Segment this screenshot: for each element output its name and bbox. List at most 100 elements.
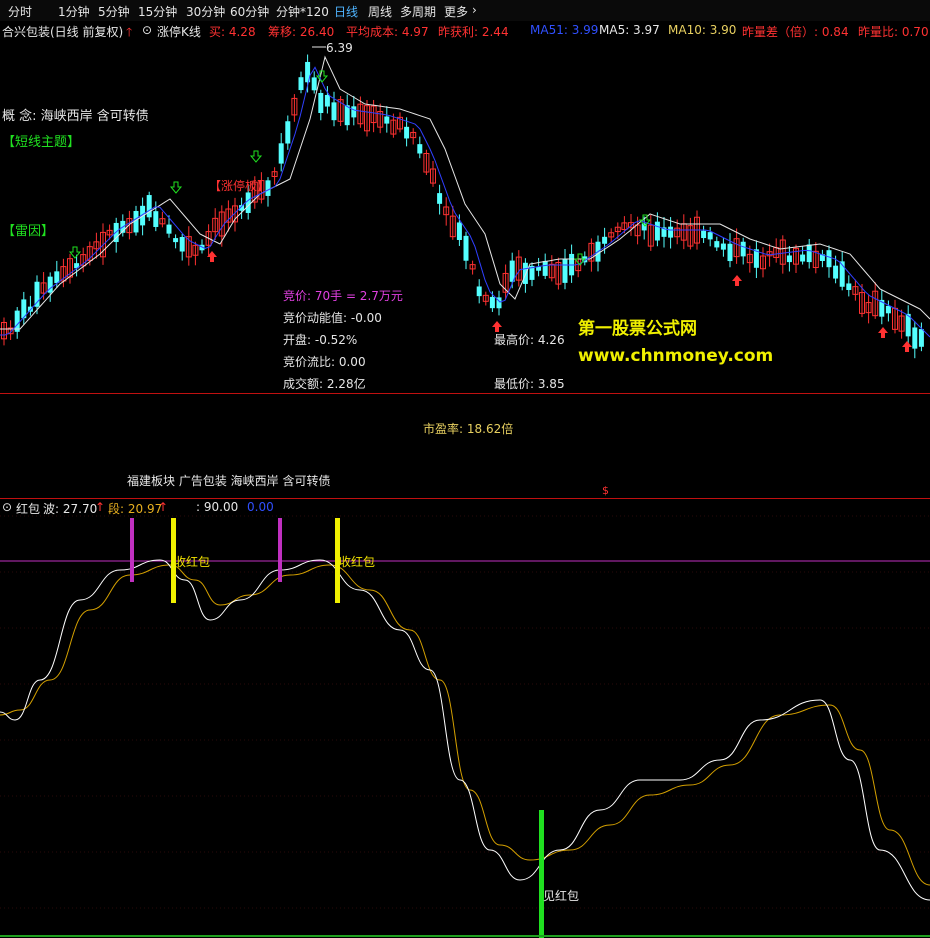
stock-name[interactable]: 合兴包装(日线 前复权) [2,23,123,40]
sector-list: 福建板块 广告包装 海峡西岸 含可转债 [127,474,331,488]
high-price: 最高价: 4.26 [494,333,565,347]
candle-body-74 [489,296,495,309]
dollar-marker: $ [602,484,609,497]
sell-arrow-icon-2 [315,70,329,83]
kline-type-label[interactable]: 涨停K线 [157,23,201,40]
short-theme-tag[interactable]: 【短线主题】 [2,131,80,150]
tab-0[interactable]: 分时 [8,3,32,20]
auction-momentum: 竞价动能值: -0.00 [283,311,382,325]
candle-body-138 [912,327,918,349]
candle-body-99 [654,221,660,241]
candle-body-85 [562,258,568,283]
receive-label-1: 收红包 [174,555,211,569]
candle-body-8 [54,271,60,284]
concept-label: 概 念: 海峡西岸 含可转债 [2,109,149,124]
open-change: 开盘: -0.52% [283,333,358,347]
yesterday-ratio: 昨量比: 0.70 [858,25,929,39]
chevron-right-icon[interactable]: › [472,3,477,17]
candle-body-53 [351,106,357,118]
signal-bar-green [539,810,544,938]
candle-body-107 [707,232,713,240]
buy-arrow-icon-4 [902,341,912,352]
candle-body-37 [245,192,251,213]
peak-price-label: 6.39 [326,41,353,55]
candle-body-48 [318,92,324,114]
thunder-tag[interactable]: 【雷因】 [2,220,54,239]
candle-body-101 [668,226,674,238]
candle-body-23 [153,211,159,227]
tab-10[interactable]: 更多 [444,3,468,20]
candle-body-45 [298,77,304,91]
candle-body-82 [542,260,548,276]
candle-body-108 [714,241,720,248]
receive-label-2: 收红包 [339,555,376,569]
candle-body-72 [476,286,482,297]
sell-arrow-icon-0 [169,181,183,194]
candle-body-126 [833,265,839,279]
candle-body-125 [826,250,832,268]
indicator-divider [0,498,930,499]
low-price: 最低价: 3.85 [494,377,565,391]
period-toolbar: 分时 1分钟 5分钟 15分钟 30分钟 60分钟 分钟*120 日线 周线 多周期 更多 › [0,0,930,21]
indicator-chart[interactable] [0,500,930,938]
tab-4[interactable]: 30分钟 [186,3,225,20]
candle-body-58 [384,116,390,124]
candle-body-91 [602,236,608,244]
buy-arrow-icon-2 [732,275,742,286]
tab-9[interactable]: 多周期 [400,3,436,20]
candle-body-110 [727,243,733,262]
pe-ratio: 市盈率: 18.62倍 [423,422,514,436]
turnover: 成交额: 2.28亿 [283,377,366,391]
candle-body-61 [404,126,410,139]
tab-7[interactable]: 日线 [334,3,358,20]
candle-body-47 [311,77,317,91]
candle-body-27 [179,236,185,252]
ma-white-line [0,55,930,330]
signal-bar-magenta-1 [130,518,134,582]
candle-body-26 [173,238,179,243]
candle-body-69 [456,222,462,241]
sell-arrow-icon-5 [68,246,82,259]
candle-body-122 [806,244,812,263]
yesterday-diff: 昨量差（倍）: 0.84 [742,25,849,39]
candle-body-63 [417,144,423,154]
tab-1[interactable]: 1分钟 [58,3,90,20]
tab-2[interactable]: 5分钟 [98,3,130,20]
candlestick-chart[interactable] [0,39,930,393]
see-label: 见红包 [543,889,580,903]
sell-arrow-icon-1 [249,150,263,163]
yesterday-profit: 昨获利: 2.44 [438,25,509,39]
auction-flow-ratio: 竞价流比: 0.00 [283,355,366,369]
candle-body-106 [701,230,707,239]
buy-price: 买: 4.28 [209,25,256,39]
candle-body-70 [463,235,469,261]
signal-bar-magenta-2 [278,518,282,582]
candle-body-50 [331,102,337,121]
wave-line [0,559,930,901]
dropdown-icon[interactable]: ⊙ [142,23,152,37]
candle-body-139 [918,329,924,347]
candle-body-66 [437,193,443,204]
tab-5[interactable]: 60分钟 [230,3,269,20]
candle-body-52 [344,105,350,126]
auction-price: 竞价: 70手 = 2.7万元 [283,289,403,303]
tab-6[interactable]: 分钟*120 [276,3,329,20]
chart-divider [0,393,930,394]
candle-body-112 [740,241,746,257]
candle-body-42 [278,143,284,164]
chip-shift: 筹移: 26.40 [268,25,335,39]
tab-3[interactable]: 15分钟 [138,3,177,20]
stock-info-bar: 合兴包装(日线 前复权) 🡑 ⊙ 涨停K线 买: 4.28 筹移: 26.40 … [0,21,930,39]
watermark-site-name: 第一股票公式网 [578,319,697,339]
candle-body-134 [885,305,891,314]
ma10-value: MA10: 3.90 [668,23,737,37]
ma5-value: MA5: 3.97 [599,23,660,37]
tab-8[interactable]: 周线 [368,3,392,20]
candle-body-121 [800,254,806,262]
watermark-url: www.chnmoney.com [578,346,774,366]
candle-body-128 [846,283,852,290]
avg-cost: 平均成本: 4.97 [346,25,429,39]
candle-body-22 [146,195,152,218]
buy-arrow-icon-3 [878,327,888,338]
segment-line [0,564,930,886]
